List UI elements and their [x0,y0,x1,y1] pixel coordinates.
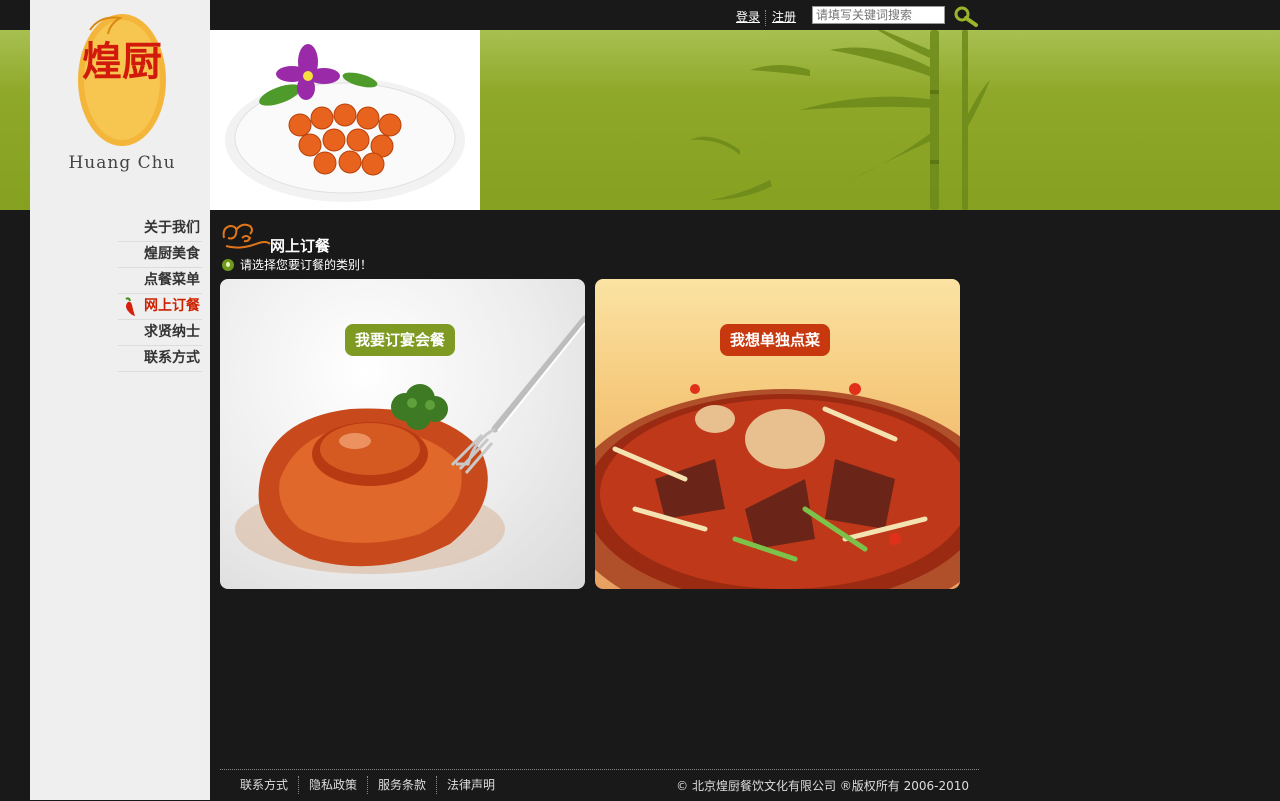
search-input[interactable] [812,6,945,24]
chili-pepper-icon [125,297,135,316]
sidebar-item-online-order[interactable]: 网上订餐 [118,294,202,320]
hint-bullet-icon [222,259,234,271]
sidebar-item-label: 关于我们 [144,220,200,236]
sidebar-nav: 关于我们 煌厨美食 点餐菜单 网上订餐 求贤纳士 联系方式 [118,216,202,372]
banquet-order-card[interactable]: 我要订宴会餐 [220,279,585,589]
bamboo-decoration [690,30,990,210]
footer-link-privacy[interactable]: 隐私政策 [299,776,369,794]
sidebar-item-label: 点餐菜单 [144,272,200,288]
footer-link-terms[interactable]: 服务条款 [368,776,438,794]
a-la-carte-order-button[interactable]: 我想单独点菜 [720,324,831,356]
register-link[interactable]: 注册 [772,10,796,24]
logo-brand-cn: 煌厨 [82,38,162,85]
link-divider [765,9,767,26]
order-hint: 请选择您要订餐的类别！ [220,256,372,272]
cloud-ornament-icon [222,223,271,249]
sidebar-item-cuisine[interactable]: 煌厨美食 [118,242,202,268]
page-title: 网上订餐 [270,237,331,255]
footer: 联系方式 隐私政策 服务条款 法律声明 © 北京煌厨餐饮文化有限公司 ®版权所有 20… [220,769,979,801]
sidebar: 关于我们 煌厨美食 点餐菜单 网上订餐 求贤纳士 联系方式 [30,210,210,800]
sidebar-item-label: 网上订餐 [144,298,200,314]
a-la-carte-order-card[interactable]: 我想单独点菜 [595,279,960,589]
sidebar-item-label: 煌厨美食 [144,246,200,262]
sidebar-item-menu[interactable]: 点餐菜单 [118,268,202,294]
search-button[interactable] [952,4,980,28]
footer-link-legal[interactable]: 法律声明 [437,776,505,794]
sidebar-item-contact[interactable]: 联系方式 [118,346,202,372]
banner-dish-image [210,30,480,210]
logo-brand-en: Huang Chu [68,153,175,173]
sidebar-item-careers[interactable]: 求贤纳士 [118,320,202,346]
account-links: 登录 注册 [736,8,796,26]
sidebar-item-label: 联系方式 [144,350,200,366]
magnifier-icon [954,6,978,27]
footer-links: 联系方式 隐私政策 服务条款 法律声明 [230,776,505,794]
banquet-order-button[interactable]: 我要订宴会餐 [345,324,456,356]
sidebar-item-label: 求贤纳士 [144,324,200,340]
footer-link-contact[interactable]: 联系方式 [230,776,300,794]
hint-text: 请选择您要订餐的类别！ [240,258,373,272]
login-link[interactable]: 登录 [736,10,760,24]
brand-logo[interactable]: 煌厨 Huang Chu [30,0,210,210]
copyright-text: © 北京煌厨餐饮文化有限公司 ®版权所有 2006-2010 [676,779,969,793]
sidebar-item-about[interactable]: 关于我们 [118,216,202,242]
